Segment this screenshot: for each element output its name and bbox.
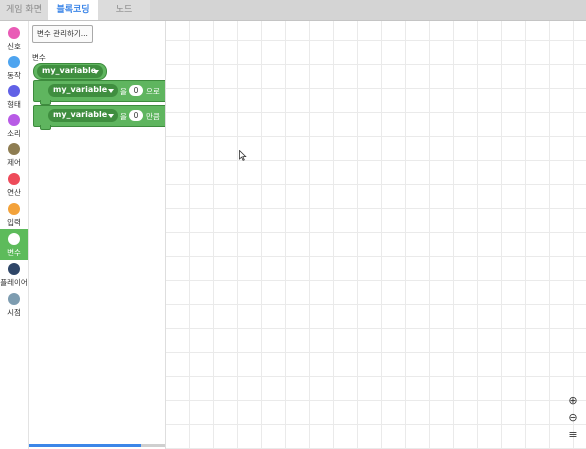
variable-dropdown[interactable]: my_variable xyxy=(48,109,118,122)
variables-category-icon xyxy=(8,233,20,245)
category-operators[interactable]: 연산 xyxy=(0,171,28,200)
value-input[interactable]: 0 xyxy=(129,85,143,96)
category-label: 형태 xyxy=(7,100,21,109)
tab-game-screen[interactable]: 게임 화면 xyxy=(0,0,48,20)
dropdown-arrow-icon xyxy=(108,89,114,93)
category-signal[interactable]: 신호 xyxy=(0,25,28,54)
variable-reporter-block[interactable]: my_variable xyxy=(33,63,107,80)
looks-category-icon xyxy=(8,85,20,97)
tab-bar: 게임 화면 블록코딩 노드 xyxy=(0,0,586,21)
block-suffix: 으로 xyxy=(146,87,160,96)
scrollbar-thumb[interactable] xyxy=(29,444,141,447)
change-variable-block[interactable]: my_variable 을 0 만큼 xyxy=(33,105,165,130)
block-notch xyxy=(40,125,51,130)
set-variable-block[interactable]: my_variable 을 0 으로 xyxy=(33,80,165,105)
category-looks[interactable]: 형태 xyxy=(0,83,28,112)
category-motion[interactable]: 동작 xyxy=(0,54,28,83)
sound-category-icon xyxy=(8,114,20,126)
variable-dropdown[interactable]: my_variable xyxy=(37,65,103,78)
menu-icon[interactable]: ≡ xyxy=(567,429,579,441)
camera-category-icon xyxy=(8,293,20,305)
category-variables[interactable]: 변수 xyxy=(0,229,28,260)
tab-block-coding[interactable]: 블록코딩 xyxy=(48,0,98,20)
block-palette: 변수 관리하기... 변수 my_variable my_variable 을 … xyxy=(29,21,166,449)
operators-category-icon xyxy=(8,173,20,185)
category-input[interactable]: 입력 xyxy=(0,201,28,230)
variable-name: my_variable xyxy=(53,85,108,94)
variable-dropdown[interactable]: my_variable xyxy=(48,84,118,97)
dropdown-arrow-icon xyxy=(108,114,114,118)
manage-variables-button[interactable]: 변수 관리하기... xyxy=(32,25,93,43)
block-suffix: 만큼 xyxy=(146,112,160,121)
variable-name: my_variable xyxy=(42,66,97,75)
palette-scrollbar[interactable] xyxy=(29,444,165,447)
category-player[interactable]: 플레이어 xyxy=(0,261,28,290)
category-control[interactable]: 제어 xyxy=(0,141,28,170)
category-camera[interactable]: 시점 xyxy=(0,291,28,320)
category-bar: 신호 동작 형태 소리 제어 연산 입력 변수 플레이어 시점 xyxy=(0,21,29,449)
control-category-icon xyxy=(8,143,20,155)
mouse-cursor-icon xyxy=(239,150,247,161)
category-label: 소리 xyxy=(7,129,21,138)
value-input[interactable]: 0 xyxy=(129,110,143,121)
motion-category-icon xyxy=(8,56,20,68)
input-category-icon xyxy=(8,203,20,215)
block-particle: 을 xyxy=(120,87,127,96)
category-label: 연산 xyxy=(7,188,21,197)
category-label: 동작 xyxy=(7,71,21,80)
player-category-icon xyxy=(8,263,20,275)
signal-category-icon xyxy=(8,27,20,39)
category-label: 신호 xyxy=(7,42,21,51)
category-sound[interactable]: 소리 xyxy=(0,112,28,141)
block-workspace[interactable]: ⊕ ⊖ ≡ xyxy=(166,21,586,449)
zoom-in-icon[interactable]: ⊕ xyxy=(567,395,579,407)
variable-name: my_variable xyxy=(53,110,108,119)
variables-section-label: 변수 xyxy=(32,53,46,62)
category-label: 제어 xyxy=(7,158,21,167)
dropdown-arrow-icon xyxy=(93,70,99,74)
block-particle: 을 xyxy=(120,112,127,121)
category-label: 시점 xyxy=(7,308,21,317)
category-label: 입력 xyxy=(7,218,21,227)
tab-node[interactable]: 노드 xyxy=(98,0,150,20)
zoom-out-icon[interactable]: ⊖ xyxy=(567,412,579,424)
category-label: 변수 xyxy=(7,248,21,257)
category-label: 플레이어 xyxy=(0,278,28,287)
